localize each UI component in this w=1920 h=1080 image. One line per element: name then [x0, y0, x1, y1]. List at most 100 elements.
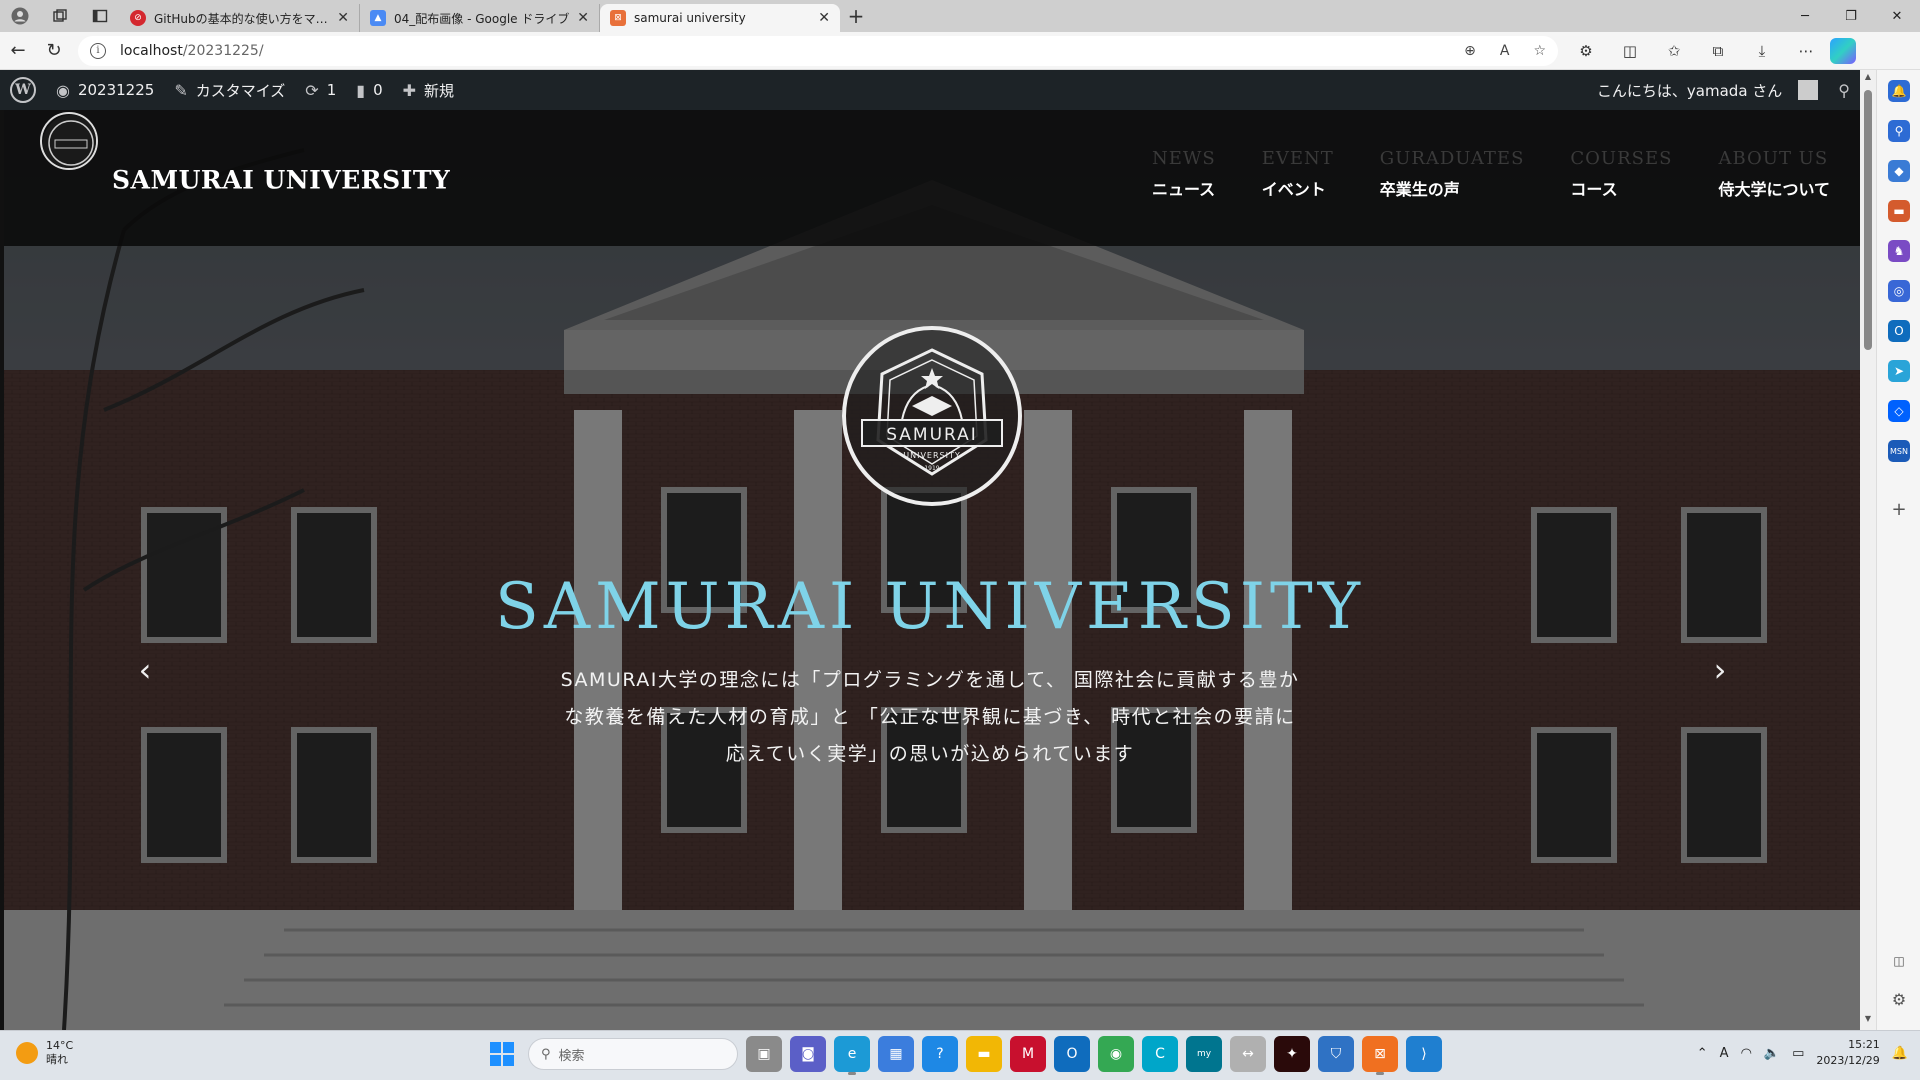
edge-browser-icon[interactable]: e: [834, 1036, 870, 1075]
hero-description-line: な教養を備えた人材の育成」と 「公正な世界観に基づき、 時代と社会の要請に: [564, 706, 1296, 728]
carousel-prev-button[interactable]: ‹: [130, 650, 160, 690]
wp-admin-bar: W ◉ 20231225 ✎ カスタマイズ ⟳ 1 ▮ 0 ✚ 新規 こんにちは、yama…: [0, 70, 1860, 110]
back-icon[interactable]: ←: [0, 33, 36, 69]
battery-icon[interactable]: ▭: [1792, 1046, 1804, 1061]
msn-icon[interactable]: MSN: [1888, 440, 1910, 462]
show-hidden-icons-icon[interactable]: ⌃: [1697, 1046, 1708, 1061]
favorites-icon[interactable]: ✩: [1654, 36, 1694, 66]
remote-desktop-icon[interactable]: ↔: [1230, 1036, 1266, 1072]
wp-account-menu[interactable]: こんにちは、yamada さん: [1587, 70, 1828, 110]
ms-store-icon[interactable]: ▦: [878, 1036, 914, 1072]
toolbox-icon[interactable]: ▬: [1888, 200, 1910, 222]
nav-item-courses[interactable]: COURSES コース: [1570, 148, 1672, 200]
volume-icon[interactable]: 🔈: [1764, 1046, 1780, 1061]
start-button[interactable]: [484, 1036, 520, 1072]
address-bar[interactable]: i localhost/20231225/ ⊕ A ☆: [78, 35, 1558, 66]
nav-label-ja: コース: [1570, 180, 1618, 199]
workspaces-icon[interactable]: [40, 0, 80, 32]
outlook-icon[interactable]: O: [1054, 1036, 1090, 1072]
new-tab-button[interactable]: +: [840, 0, 872, 32]
game-app-icon[interactable]: ✦: [1274, 1036, 1310, 1072]
nav-item-graduates[interactable]: GURADUATES 卒業生の声: [1380, 148, 1525, 200]
chrome-icon[interactable]: ◉: [1098, 1036, 1134, 1072]
extensions-icon[interactable]: ⚙: [1566, 36, 1606, 66]
notifications-icon[interactable]: 🔔: [1888, 80, 1910, 102]
clock[interactable]: 15:21 2023/12/29: [1816, 1037, 1879, 1069]
wordpress-icon: W: [10, 77, 36, 103]
shopping-tag-icon[interactable]: ◆: [1888, 160, 1910, 182]
close-window-icon[interactable]: ✕: [1874, 0, 1920, 32]
wp-customize-link[interactable]: ✎ カスタマイズ: [164, 70, 295, 110]
collections-icon[interactable]: ⧉: [1698, 36, 1738, 66]
tab-close-icon[interactable]: ✕: [577, 10, 589, 26]
nav-item-event[interactable]: EVENT イベント: [1262, 148, 1334, 200]
page-scrollbar[interactable]: ▲ ▼: [1860, 70, 1876, 1030]
edge-sidebar: 🔔 ⚲ ◆ ▬ ♞ ◎ O ➤ ◇ MSN + ◫ ⚙: [1876, 70, 1920, 1030]
weather-widget[interactable]: 14°C 晴れ: [16, 1039, 73, 1067]
scrollbar-thumb[interactable]: [1864, 90, 1872, 350]
wp-logo-menu[interactable]: W: [0, 70, 46, 110]
settings-gear-icon[interactable]: ⚙: [1888, 988, 1910, 1010]
search-icon[interactable]: ⚲: [1888, 120, 1910, 142]
more-menu-icon[interactable]: ⋯: [1786, 36, 1826, 66]
favorite-star-icon[interactable]: ☆: [1533, 43, 1546, 59]
send-icon[interactable]: ➤: [1888, 360, 1910, 382]
tab-title: 04_配布画像 - Google ドライブ: [394, 11, 570, 26]
taskbar-search[interactable]: ⚲ 検索: [528, 1038, 738, 1070]
wp-new-content-menu[interactable]: ✚ 新規: [393, 70, 464, 110]
xampp-icon[interactable]: ⊠: [1362, 1036, 1398, 1075]
sun-icon: [16, 1042, 38, 1064]
task-view-icon[interactable]: ▣: [746, 1036, 782, 1072]
security-shield-icon[interactable]: ⛉: [1318, 1036, 1354, 1072]
vertical-tabs-icon[interactable]: [80, 0, 120, 32]
mcafee-icon[interactable]: M: [1010, 1036, 1046, 1072]
games-icon[interactable]: ♞: [1888, 240, 1910, 262]
add-sidebar-icon[interactable]: +: [1888, 498, 1910, 520]
downloads-icon[interactable]: ⤓: [1742, 36, 1782, 66]
wifi-icon[interactable]: ◠: [1741, 1046, 1752, 1061]
sidebar-layout-icon[interactable]: ◫: [1888, 950, 1910, 972]
tab-close-icon[interactable]: ✕: [337, 10, 349, 26]
zoom-icon[interactable]: ⊕: [1464, 43, 1476, 59]
scroll-up-icon[interactable]: ▲: [1860, 72, 1876, 86]
nav-item-news[interactable]: NEWS ニュース: [1152, 148, 1216, 200]
tips-icon[interactable]: ?: [922, 1036, 958, 1072]
tab-close-icon[interactable]: ✕: [818, 10, 830, 26]
url-host: localhost: [120, 42, 183, 59]
file-explorer-icon[interactable]: ▬: [966, 1036, 1002, 1072]
browser-tab-samurai[interactable]: ⊠ samurai university ✕: [600, 4, 840, 32]
nav-label-ja: イベント: [1261, 180, 1326, 199]
site-info-icon[interactable]: i: [90, 42, 106, 59]
wp-updates-link[interactable]: ⟳ 1: [295, 70, 346, 110]
notification-bell-icon[interactable]: 🔔: [1892, 1046, 1908, 1061]
site-logo[interactable]: [40, 112, 98, 170]
nav-label-ja: ニュース: [1151, 180, 1216, 199]
split-screen-icon[interactable]: ◫: [1610, 36, 1650, 66]
browser-tab-google-drive[interactable]: ▲ 04_配布画像 - Google ドライブ ✕: [360, 4, 600, 32]
read-aloud-icon[interactable]: A: [1500, 43, 1510, 59]
carousel-next-button[interactable]: ›: [1705, 650, 1735, 690]
restore-icon[interactable]: ❐: [1828, 0, 1874, 32]
wp-comments-link[interactable]: ▮ 0: [346, 70, 392, 110]
copilot-icon[interactable]: [1830, 37, 1856, 64]
mysql-workbench-icon[interactable]: my: [1186, 1036, 1222, 1072]
refresh-icon[interactable]: ↻: [36, 33, 72, 69]
minimize-icon[interactable]: ─: [1782, 0, 1828, 32]
xampp-favicon-icon: ⊠: [610, 10, 626, 26]
dropbox-icon[interactable]: ◇: [1888, 400, 1910, 422]
scroll-down-icon[interactable]: ▼: [1860, 1014, 1876, 1028]
nav-item-about[interactable]: ABOUT US 侍大学について: [1718, 148, 1830, 200]
wp-search-button[interactable]: ⚲: [1828, 70, 1860, 110]
ime-icon[interactable]: A: [1720, 1046, 1729, 1061]
vscode-icon[interactable]: ⟩: [1406, 1036, 1442, 1072]
wp-site-menu[interactable]: ◉ 20231225: [46, 70, 164, 110]
site-name[interactable]: SAMURAI UNIVERSITY: [112, 166, 450, 195]
teams-chat-icon[interactable]: ◙: [790, 1036, 826, 1072]
nav-label-en: ABOUT US: [1718, 148, 1829, 169]
outlook-icon[interactable]: O: [1888, 320, 1910, 342]
microsoft-365-icon[interactable]: ◎: [1888, 280, 1910, 302]
canva-icon[interactable]: C: [1142, 1036, 1178, 1072]
search-placeholder: 検索: [558, 1048, 585, 1064]
profile-icon[interactable]: [0, 0, 40, 32]
browser-tab-github[interactable]: ⊘ GitHubの基本的な使い方をマスター ✕: [120, 4, 360, 32]
